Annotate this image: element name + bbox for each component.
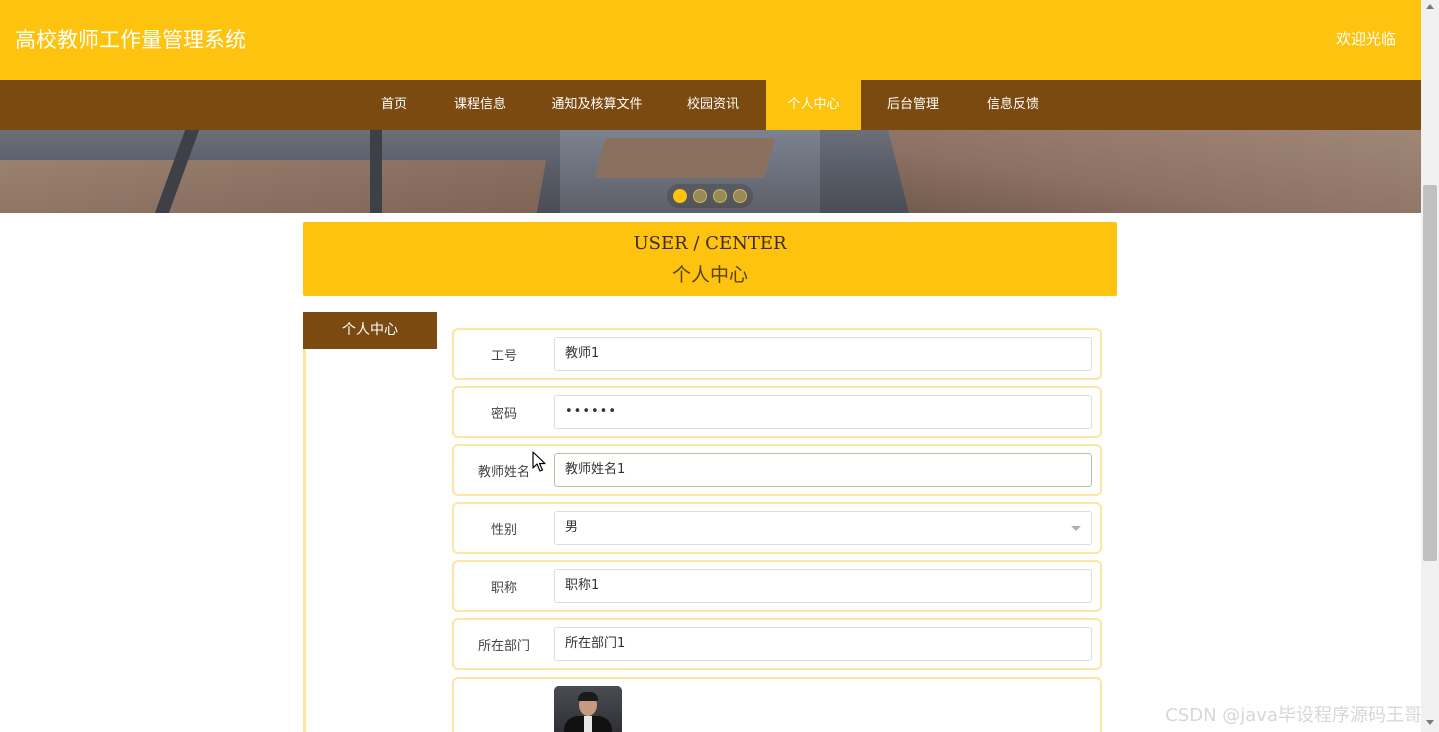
avatar-shirt — [584, 716, 592, 732]
nav-item-admin[interactable]: 后台管理 — [876, 80, 950, 130]
banner-image-desk — [0, 160, 547, 213]
nav-item-notices[interactable]: 通知及核算文件 — [540, 80, 654, 130]
form-row-employee-id: 工号 教师1 — [452, 328, 1102, 380]
nav-item-feedback[interactable]: 信息反馈 — [976, 80, 1050, 130]
page-scrollbar[interactable] — [1421, 0, 1439, 732]
gender-select-value: 男 — [565, 520, 579, 535]
scroll-up-icon[interactable] — [1426, 4, 1434, 9]
gender-select[interactable]: 男 — [554, 511, 1092, 545]
form-row-teacher-name: 教师姓名 教师姓名1 — [452, 444, 1102, 496]
carousel-dot-1[interactable] — [673, 189, 687, 203]
sidebar-item-user-center[interactable]: 个人中心 — [303, 312, 437, 349]
password-input[interactable]: •••••• — [554, 395, 1092, 429]
banner-image-chair-frame — [370, 130, 382, 213]
employee-id-input[interactable]: 教师1 — [554, 337, 1092, 371]
nav-item-campus-news[interactable]: 校园资讯 — [676, 80, 750, 130]
form-row-password: 密码 •••••• — [452, 386, 1102, 438]
top-header: 高校教师工作量管理系统 欢迎光临 — [0, 0, 1421, 80]
mouse-cursor-icon — [532, 451, 546, 472]
section-header: USER / CENTER 个人中心 — [303, 222, 1117, 296]
avatar-hair — [578, 692, 598, 701]
password-label: 密码 — [490, 407, 517, 422]
welcome-text: 欢迎光临 — [1335, 30, 1396, 48]
form-row-title: 职称 职称1 — [452, 560, 1102, 612]
employee-id-label: 工号 — [490, 349, 517, 364]
sidebar — [303, 312, 437, 732]
form-row-gender: 性别 男 — [452, 502, 1102, 554]
section-title-en: USER / CENTER — [633, 233, 787, 254]
scroll-down-icon[interactable] — [1426, 720, 1434, 725]
scrollbar-thumb[interactable] — [1423, 185, 1437, 561]
title-input[interactable]: 职称1 — [554, 569, 1092, 603]
gender-label: 性别 — [490, 523, 517, 538]
avatar[interactable] — [554, 686, 622, 732]
title-label: 职称 — [490, 581, 517, 596]
chevron-down-icon — [1071, 526, 1081, 531]
section-title-cn: 个人中心 — [671, 264, 748, 286]
form-row-avatar — [452, 677, 1102, 732]
department-label: 所在部门 — [477, 639, 530, 654]
main-nav: 首页 课程信息 通知及核算文件 校园资讯 个人中心 后台管理 信息反馈 — [0, 80, 1421, 130]
nav-item-user-center[interactable]: 个人中心 — [766, 80, 861, 130]
watermark: CSDN @java毕设程序源码王哥 — [1165, 705, 1422, 726]
teacher-name-input[interactable]: 教师姓名1 — [554, 453, 1092, 487]
site-title: 高校教师工作量管理系统 — [15, 28, 246, 52]
department-input[interactable]: 所在部门1 — [554, 627, 1092, 661]
form-row-department: 所在部门 所在部门1 — [452, 618, 1102, 670]
nav-item-courses[interactable]: 课程信息 — [444, 80, 516, 130]
carousel-indicators — [667, 184, 753, 208]
nav-item-home[interactable]: 首页 — [365, 80, 423, 130]
banner-image-desk-right — [888, 130, 1421, 213]
carousel-dot-4[interactable] — [733, 189, 747, 203]
carousel-dot-3[interactable] — [713, 189, 727, 203]
banner-image-chair-seat — [594, 138, 776, 178]
carousel-dot-2[interactable] — [693, 189, 707, 203]
